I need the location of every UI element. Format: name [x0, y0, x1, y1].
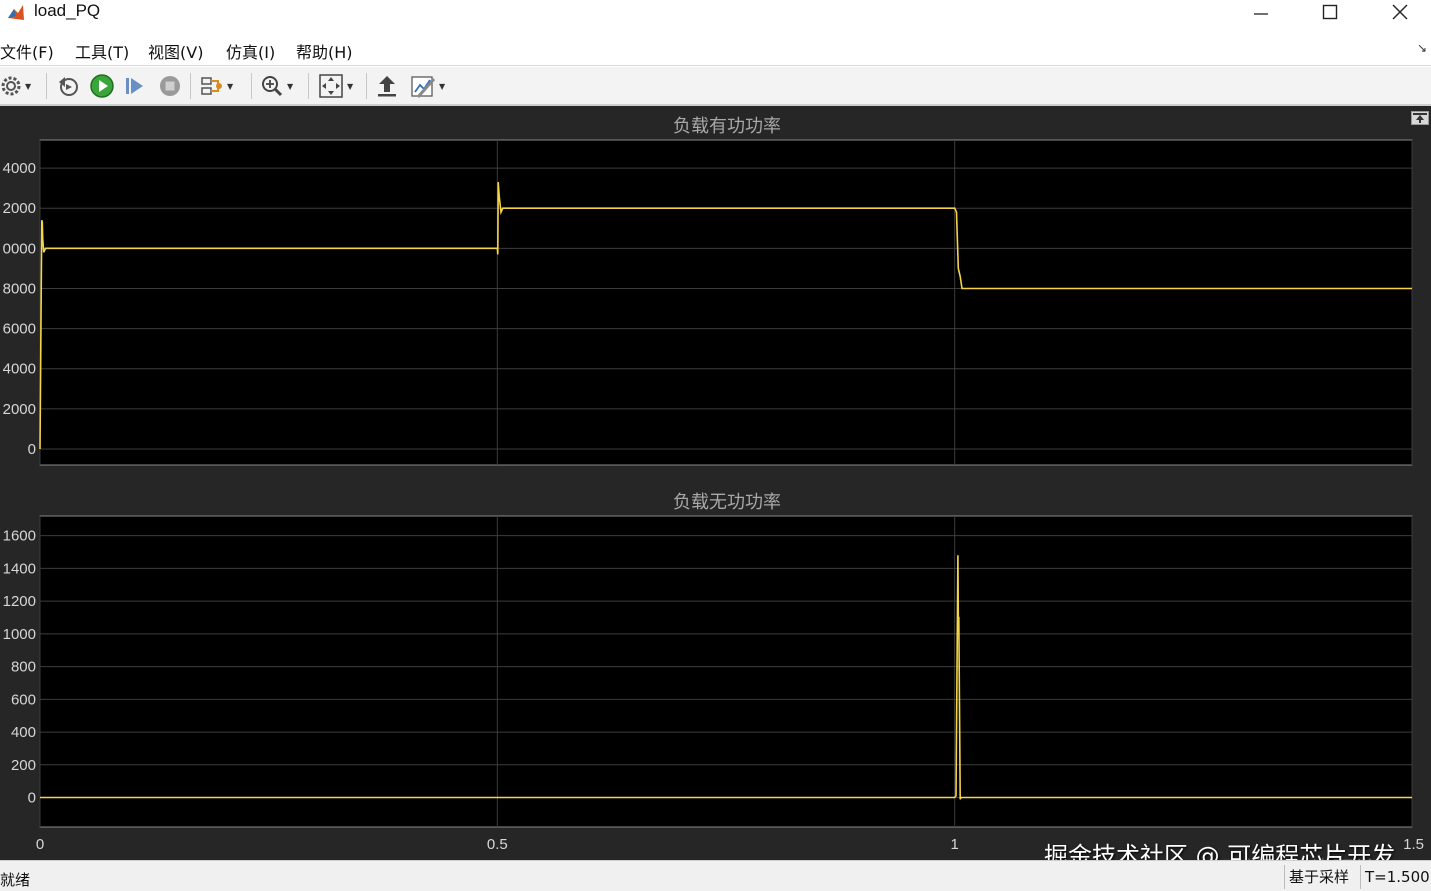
- dropdown-arrow-icon: ▼: [25, 81, 32, 91]
- step-back-icon: [59, 77, 78, 96]
- dropdown-arrow-icon: ▼: [347, 81, 354, 91]
- maximize-icon: [1322, 4, 1338, 20]
- y-tick-label: 600: [11, 691, 36, 708]
- close-button[interactable]: [1377, 0, 1423, 24]
- autoscale-button[interactable]: ▼: [318, 73, 353, 99]
- close-icon: [1392, 4, 1408, 20]
- y-tick-label: 1400: [3, 560, 36, 577]
- run-button[interactable]: [89, 73, 115, 99]
- stop-icon: [160, 76, 180, 96]
- settings-icon: [1, 76, 21, 96]
- plot-area: [39, 515, 1413, 828]
- y-tick-label: 400: [11, 724, 36, 741]
- toolbar-separator: [190, 73, 191, 99]
- highlight-icon: [201, 77, 222, 95]
- y-tick-label: 6000: [3, 321, 36, 338]
- step-forward-icon: [126, 78, 143, 94]
- y-tick-label: 8000: [3, 280, 36, 297]
- toolbar: ▼ ▼ ▼ ▼ ▼: [0, 67, 1431, 106]
- menu-bar: 文件(F) 工具(T) 视图(V) 仿真(I) 帮助(H) ↘: [0, 33, 1431, 66]
- arrow-up-icon: [1413, 113, 1427, 123]
- y-tick-label: 1000: [3, 626, 36, 643]
- dropdown-arrow-icon: ▼: [227, 81, 234, 91]
- active-power-axes[interactable]: 负载有功功率 0 2000 4000 6000 8000 0000 2000 4000: [3, 116, 1413, 466]
- menu-simulation[interactable]: 仿真(I): [226, 39, 275, 63]
- x-tick-label: 1.5: [1403, 836, 1424, 853]
- maximize-button[interactable]: [1307, 0, 1353, 24]
- axes-title: 负载无功功率: [673, 492, 781, 513]
- stop-button[interactable]: [158, 73, 182, 99]
- y-tick-labels: 0 200 400 600 800 1000 1200 1400 1600: [3, 528, 36, 807]
- menu-view[interactable]: 视图(V): [148, 39, 203, 63]
- y-tick-label: 4000: [3, 361, 36, 378]
- scope-plots: 负载有功功率 02000400060008000000020004000 负载无…: [3, 116, 1424, 853]
- run-icon: [90, 74, 114, 98]
- step-back-button[interactable]: [56, 73, 80, 99]
- toolbar-separator: [308, 73, 309, 99]
- plot-area: [39, 139, 1413, 466]
- legend-button[interactable]: ▼: [410, 73, 445, 99]
- autoscale-icon: [319, 74, 343, 98]
- y-tick-label: 1200: [3, 593, 36, 610]
- undock-icon: [378, 76, 396, 97]
- status-ready: 就绪: [0, 871, 31, 889]
- step-forward-button[interactable]: [124, 73, 146, 99]
- x-tick-label: 0.5: [487, 836, 508, 853]
- y-tick-label: 0: [28, 441, 36, 458]
- y-tick-label: 800: [11, 659, 36, 676]
- zoom-in-icon: [262, 76, 283, 97]
- minimize-button[interactable]: [1238, 0, 1284, 24]
- status-bar: 就绪 基于采样 T=1.500: [0, 860, 1431, 891]
- scope-display: 负载有功功率 0 2000 4000 6000 8000 0000 2000 4000 负载无…: [0, 106, 1431, 860]
- y-tick-label: 2000: [3, 401, 36, 418]
- menu-file[interactable]: 文件(F): [0, 39, 54, 63]
- dropdown-arrow-icon: ▼: [287, 81, 294, 91]
- title-bar: load_PQ: [0, 0, 1431, 33]
- status-time: T=1.500: [1360, 865, 1430, 889]
- y-tick-label: 0000: [3, 240, 36, 257]
- minimize-icon: [1254, 13, 1268, 15]
- undock-button[interactable]: [376, 73, 398, 99]
- settings-button[interactable]: ▼: [0, 73, 31, 99]
- status-sample-mode: 基于采样: [1284, 865, 1349, 889]
- legend-icon: [411, 76, 436, 98]
- dropdown-arrow-icon: ▼: [439, 81, 446, 91]
- toolbar-separator: [251, 73, 252, 99]
- toolbar-separator: [366, 73, 367, 99]
- undock-axes-button[interactable]: [1411, 111, 1429, 125]
- y-tick-label: 200: [11, 757, 36, 774]
- menu-tools[interactable]: 工具(T): [75, 39, 129, 63]
- window-title: load_PQ: [34, 1, 101, 20]
- menu-help[interactable]: 帮助(H): [296, 39, 353, 63]
- y-tick-label: 0: [28, 790, 36, 807]
- y-tick-labels: 0 2000 4000 6000 8000 0000 2000 4000: [3, 160, 36, 458]
- highlight-button[interactable]: ▼: [200, 73, 233, 99]
- toolbar-separator: [46, 73, 47, 99]
- reactive-power-axes[interactable]: 负载无功功率 0 200 400 600 800 1000 1200 1400 1600 0 0.…: [3, 492, 1424, 853]
- axes-title: 负载有功功率: [673, 116, 781, 137]
- x-tick-label: 0: [36, 836, 44, 853]
- y-tick-label: 2000: [3, 200, 36, 217]
- y-tick-label: 1600: [3, 528, 36, 545]
- x-tick-label: 1: [950, 836, 958, 853]
- zoom-button[interactable]: ▼: [260, 73, 293, 99]
- y-tick-label: 4000: [3, 160, 36, 177]
- menu-collapse-icon[interactable]: ↘: [1417, 41, 1427, 55]
- matlab-logo-icon: [6, 3, 26, 23]
